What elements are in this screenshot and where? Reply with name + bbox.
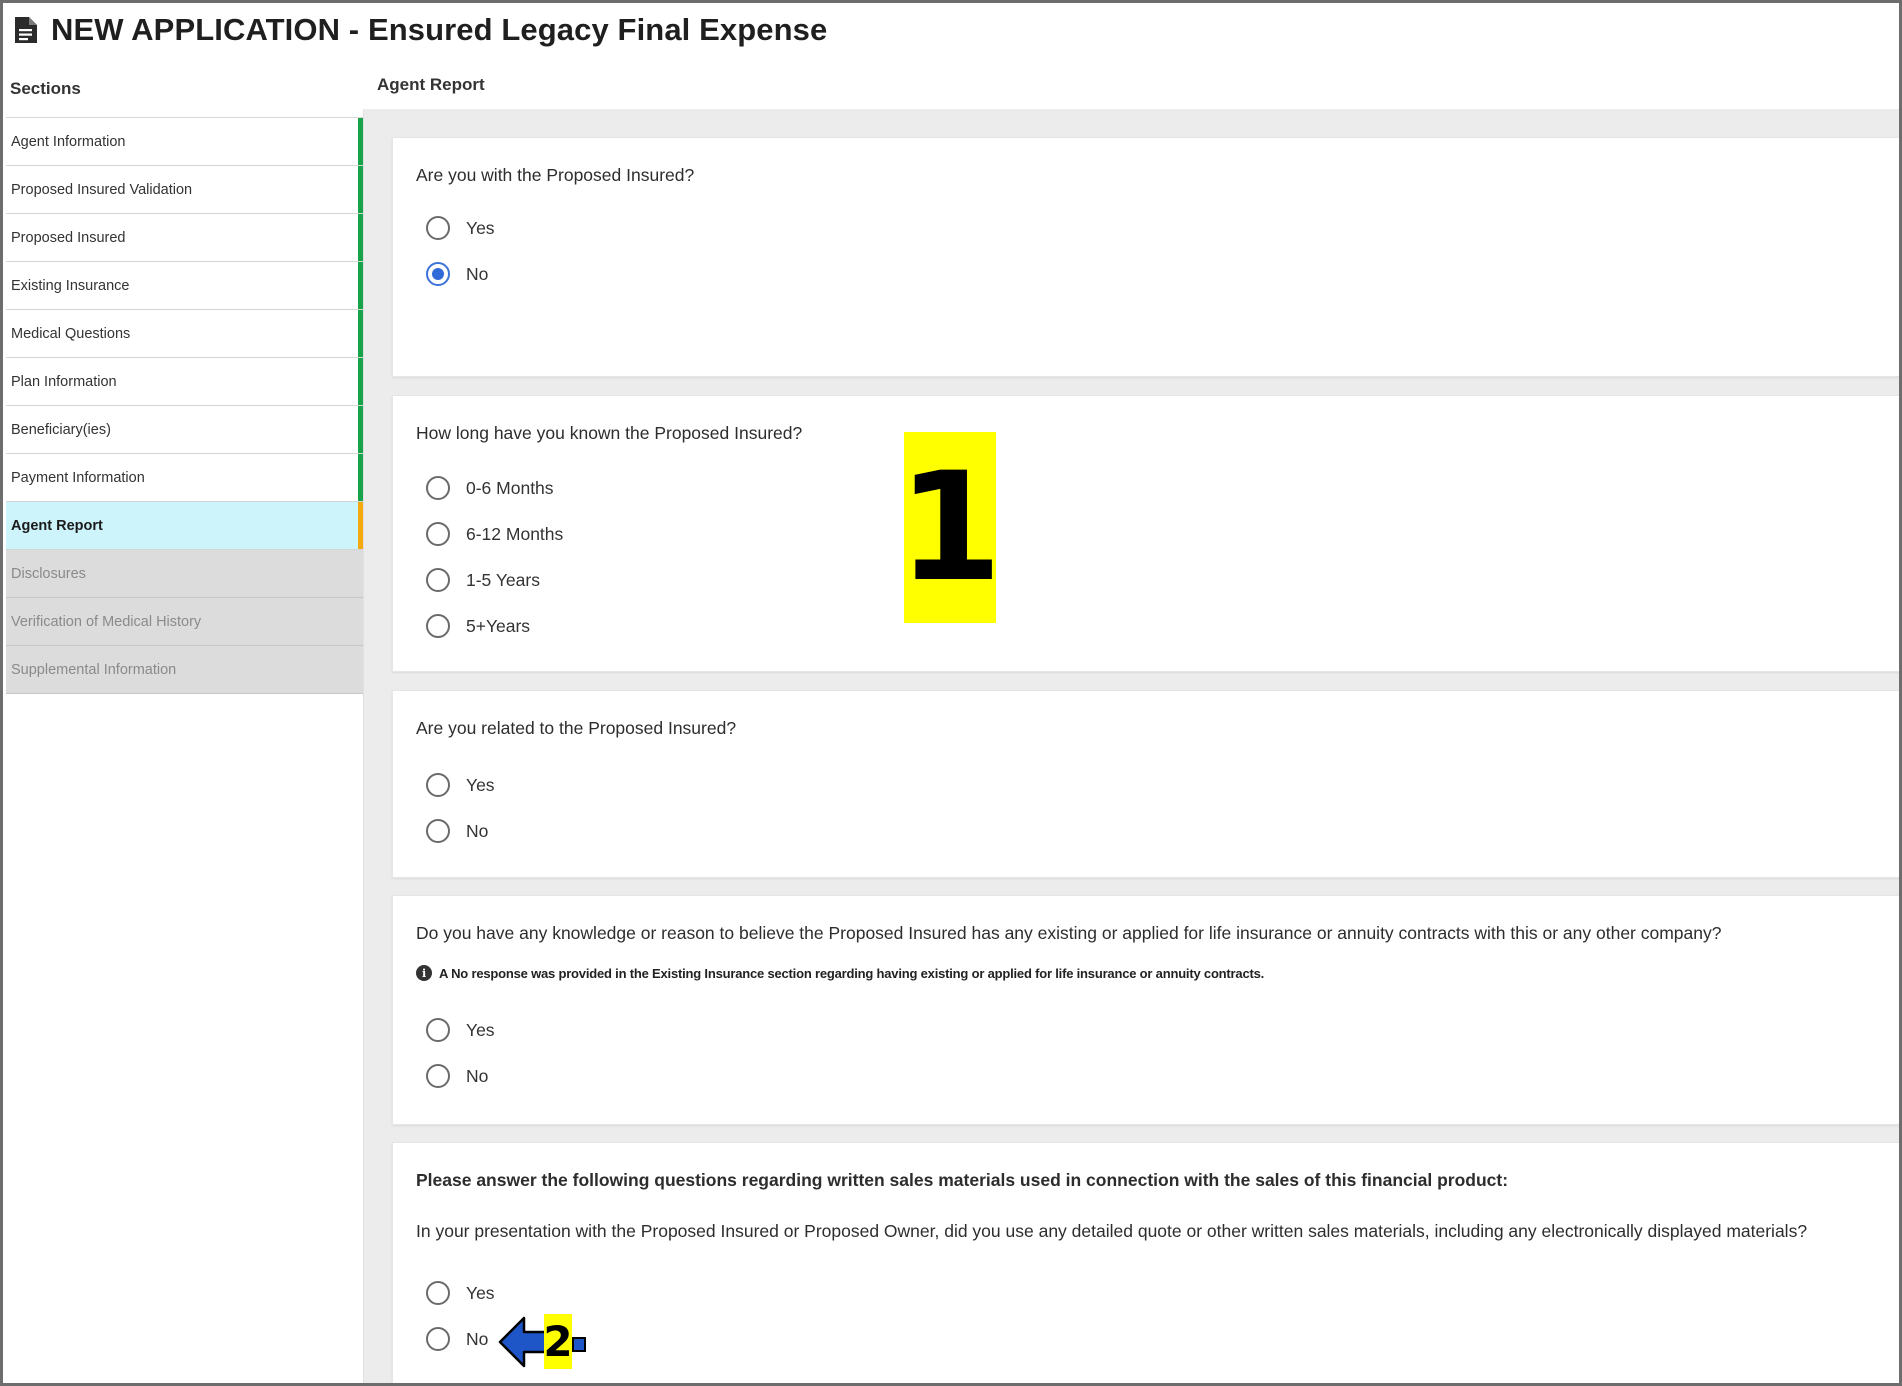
sidebar-item-label: Verification of Medical History [11, 613, 202, 630]
radio-button[interactable] [426, 522, 450, 546]
annotation-marker-2: 2 [543, 1314, 573, 1369]
app-window: NEW APPLICATION - Ensured Legacy Final E… [0, 0, 1902, 1386]
sidebar-item-label: Proposed Insured [11, 229, 126, 246]
sidebar-item-label: Existing Insurance [11, 277, 130, 294]
question-card-related: Are you related to the Proposed Insured?… [392, 690, 1899, 878]
option-label: Yes [466, 1019, 495, 1040]
question-heading: Please answer the following questions re… [416, 1170, 1509, 1190]
question-card-how-long-known: How long have you known the Proposed Ins… [392, 395, 1899, 672]
question-card-existing-insurance-knowledge: Do you have any knowledge or reason to b… [392, 895, 1899, 1125]
section-title: Agent Report [363, 61, 1899, 109]
question-text: Are you with the Proposed Insured? [416, 165, 695, 185]
option-label: No [466, 1328, 489, 1349]
question-text: In your presentation with the Proposed I… [416, 1221, 1808, 1241]
option-label: Yes [466, 774, 495, 795]
option-label: 1-5 Years [466, 569, 540, 590]
option-label: No [466, 820, 489, 841]
question-card-with-proposed-insured: Are you with the Proposed Insured? Yes N… [392, 137, 1899, 377]
radio-option-no[interactable]: No [426, 1325, 488, 1353]
radio-option-no[interactable]: No [426, 817, 488, 845]
radio-button[interactable] [426, 476, 450, 500]
option-label: 6-12 Months [466, 523, 564, 544]
radio-option-yes[interactable]: Yes [426, 1279, 495, 1307]
sections-list: Agent Information Proposed Insured Valid… [6, 118, 363, 694]
sidebar-item-proposed-insured[interactable]: Proposed Insured [6, 214, 363, 262]
document-icon [13, 15, 39, 45]
radio-button[interactable] [426, 1327, 450, 1351]
question-text: Are you related to the Proposed Insured? [416, 718, 737, 738]
sidebar-item-verification-of-medical-history: Verification of Medical History [6, 598, 363, 646]
radio-button-selected[interactable] [426, 262, 450, 286]
sidebar-item-supplemental-information: Supplemental Information [6, 646, 363, 694]
sidebar-item-disclosures: Disclosures [6, 550, 363, 598]
radio-option-no[interactable]: No [426, 260, 488, 288]
radio-option-yes[interactable]: Yes [426, 771, 495, 799]
page-title: NEW APPLICATION - Ensured Legacy Final E… [51, 12, 828, 47]
option-label: No [466, 1065, 489, 1086]
sidebar-item-payment-information[interactable]: Payment Information [6, 454, 363, 502]
radio-button[interactable] [426, 216, 450, 240]
sidebar-item-proposed-insured-validation[interactable]: Proposed Insured Validation [6, 166, 363, 214]
sidebar-item-agent-information[interactable]: Agent Information [6, 118, 363, 166]
info-icon: i [416, 965, 432, 981]
option-label: 0-6 Months [466, 477, 554, 498]
sidebar-item-label: Agent Information [11, 133, 126, 150]
option-label: 5+Years [466, 615, 531, 636]
sidebar-item-plan-information[interactable]: Plan Information [6, 358, 363, 406]
radio-option-0-6-months[interactable]: 0-6 Months [426, 474, 554, 502]
radio-option-5-plus-years[interactable]: 5+Years [426, 612, 530, 640]
option-label: No [466, 263, 489, 284]
radio-option-6-12-months[interactable]: 6-12 Months [426, 520, 563, 548]
main-panel: Agent Report Are you with the Proposed I… [363, 61, 1899, 1383]
info-note-text: A No response was provided in the Existi… [439, 965, 1265, 981]
sidebar-item-existing-insurance[interactable]: Existing Insurance [6, 262, 363, 310]
sidebar-item-label: Proposed Insured Validation [11, 181, 193, 198]
annotation-arrow [498, 1315, 550, 1369]
radio-button[interactable] [426, 819, 450, 843]
sidebar-item-agent-report[interactable]: Agent Report [6, 502, 363, 550]
sidebar-item-label: Payment Information [11, 469, 145, 486]
annotation-arrow-tail [572, 1337, 586, 1352]
radio-button[interactable] [426, 1281, 450, 1305]
form-content[interactable]: Are you with the Proposed Insured? Yes N… [363, 109, 1899, 1383]
question-card-sales-materials: Please answer the following questions re… [392, 1142, 1899, 1383]
option-label: Yes [466, 217, 495, 238]
radio-option-yes[interactable]: Yes [426, 1016, 495, 1044]
sidebar-item-label: Disclosures [11, 565, 86, 582]
annotation-marker-1: 1 [898, 432, 1002, 623]
question-text: Do you have any knowledge or reason to b… [416, 923, 1722, 943]
radio-option-1-5-years[interactable]: 1-5 Years [426, 566, 540, 594]
title-bar: NEW APPLICATION - Ensured Legacy Final E… [3, 3, 1899, 57]
info-note: i A No response was provided in the Exis… [416, 965, 1264, 981]
sidebar-item-label: Plan Information [11, 373, 117, 390]
sidebar-item-medical-questions[interactable]: Medical Questions [6, 310, 363, 358]
radio-button[interactable] [426, 614, 450, 638]
sidebar-item-label: Agent Report [11, 517, 103, 534]
radio-button[interactable] [426, 773, 450, 797]
option-label: Yes [466, 1282, 495, 1303]
sections-sidebar: Sections Agent Information Proposed Insu… [6, 61, 363, 1383]
arrow-left-icon [498, 1315, 550, 1369]
sidebar-item-label: Supplemental Information [11, 661, 177, 678]
radio-button[interactable] [426, 1018, 450, 1042]
radio-option-yes[interactable]: Yes [426, 214, 495, 242]
sidebar-header: Sections [6, 61, 363, 118]
sidebar-item-label: Medical Questions [11, 325, 131, 342]
radio-option-no[interactable]: No [426, 1062, 488, 1090]
sidebar-item-beneficiaries[interactable]: Beneficiary(ies) [6, 406, 363, 454]
question-text: How long have you known the Proposed Ins… [416, 423, 803, 443]
radio-button[interactable] [426, 568, 450, 592]
sidebar-item-label: Beneficiary(ies) [11, 421, 111, 438]
radio-button[interactable] [426, 1064, 450, 1088]
